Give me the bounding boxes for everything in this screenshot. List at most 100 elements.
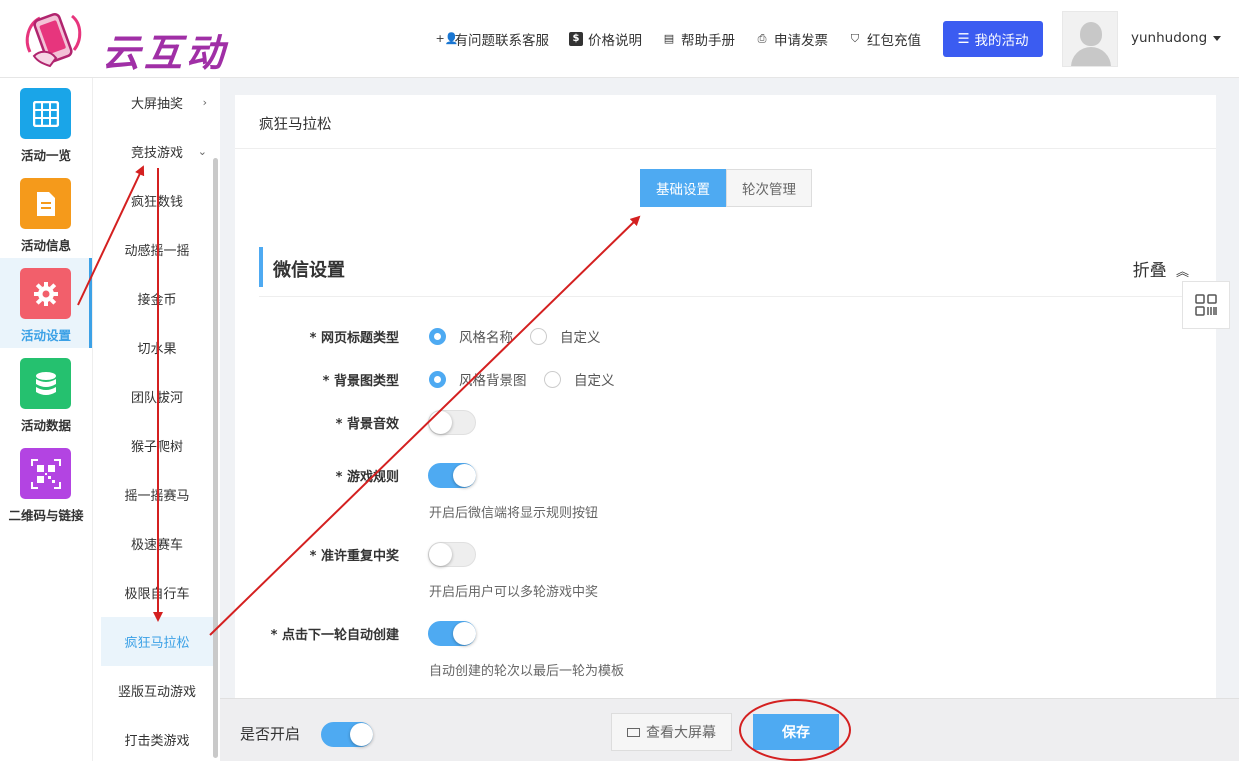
enable-label: 是否开启 bbox=[240, 725, 301, 743]
subnav-group-competitive-games[interactable]: 竞技游戏 ⌄ bbox=[101, 127, 213, 176]
monitor-icon bbox=[627, 727, 640, 737]
radio-label: 自定义 bbox=[560, 330, 601, 346]
game-rules-toggle[interactable] bbox=[428, 463, 476, 488]
subnav-item[interactable]: 打击类游戏 bbox=[101, 715, 213, 761]
radio-custom-bg[interactable]: 自定义 bbox=[544, 369, 615, 389]
brand-logo[interactable]: 云互动 bbox=[20, 10, 230, 75]
subnav-item[interactable]: 极速赛车 bbox=[101, 519, 213, 568]
radio-style-name[interactable]: 风格名称 bbox=[429, 326, 513, 346]
subnav-item[interactable]: 疯狂数钱 bbox=[101, 176, 213, 225]
nav-activity-data[interactable]: 活动数据 bbox=[0, 348, 92, 438]
group-label: 竞技游戏 bbox=[130, 146, 183, 161]
nav-activity-settings[interactable]: 活动设置 bbox=[0, 258, 92, 348]
radio-style-bg[interactable]: 风格背景图 bbox=[429, 369, 527, 389]
pricing-label: 价格说明 bbox=[588, 33, 642, 49]
my-activity-button[interactable]: ☰ 我的活动 bbox=[943, 21, 1043, 57]
subnav-item[interactable]: 团队拔河 bbox=[101, 372, 213, 421]
toggle-knob bbox=[453, 464, 476, 487]
field-label: * 网页标题类型 bbox=[309, 331, 399, 346]
nav-label: 活动设置 bbox=[20, 328, 71, 343]
toggle-knob bbox=[350, 723, 373, 746]
nav-activity-overview[interactable]: 活动一览 bbox=[0, 78, 92, 168]
shield-check-icon: ⛉ bbox=[850, 32, 860, 45]
field-label: * 准许重复中奖 bbox=[309, 549, 399, 564]
nav-label: 活动一览 bbox=[20, 148, 71, 163]
radio-custom[interactable]: 自定义 bbox=[530, 326, 601, 346]
subnav-scrollbar[interactable] bbox=[213, 158, 218, 758]
nav-activity-info[interactable]: 活动信息 bbox=[0, 168, 92, 258]
tab-basic-settings[interactable]: 基础设置 bbox=[640, 169, 726, 207]
nav-label: 活动信息 bbox=[20, 238, 71, 253]
fold-button[interactable]: 折叠 ︽ bbox=[1133, 256, 1189, 281]
qrcode-float-button[interactable] bbox=[1182, 281, 1230, 329]
top-nav: +👤 有问题联系客服 $ 价格说明 ▤ 帮助手册 ⎙ 申请发票 ⛉ 红包充值 ☰… bbox=[416, 21, 1043, 57]
main-card: 疯狂马拉松 基础设置 轮次管理 微信设置 折叠 ︽ * 网页标题类型 风格名称 … bbox=[235, 95, 1216, 705]
subnav-group-big-screen-lottery[interactable]: 大屏抽奖 › bbox=[101, 78, 213, 127]
printer-icon: ⎙ bbox=[757, 32, 767, 45]
radio-checked-icon bbox=[429, 327, 446, 345]
toggle-knob bbox=[429, 411, 452, 434]
field-hint: 开启后用户可以多轮游戏中奖 bbox=[429, 585, 599, 600]
document-icon bbox=[20, 178, 71, 229]
settings-tabs: 基础设置 轮次管理 bbox=[640, 169, 812, 207]
subnav-item[interactable]: 猴子爬树 bbox=[101, 421, 213, 470]
my-activity-label: 我的活动 bbox=[974, 33, 1029, 49]
group-label: 大屏抽奖 bbox=[130, 97, 183, 112]
top-bar: 云互动 +👤 有问题联系客服 $ 价格说明 ▤ 帮助手册 ⎙ 申请发票 ⛉ 红包… bbox=[0, 0, 1239, 78]
field-hint: 开启后微信端将显示规则按钮 bbox=[429, 506, 599, 521]
redpacket-label: 红包充值 bbox=[867, 33, 921, 49]
field-label: * 背景音效 bbox=[335, 417, 399, 432]
section-title: 微信设置 bbox=[273, 260, 345, 281]
gear-icon bbox=[20, 268, 71, 319]
subnav-item[interactable]: 极限自行车 bbox=[101, 568, 213, 617]
caret-down-icon bbox=[1213, 35, 1222, 41]
field-label: * 点击下一轮自动创建 bbox=[270, 628, 399, 643]
subnav-item[interactable]: 摇一摇赛马 bbox=[101, 470, 213, 519]
username-label: yunhudong bbox=[1131, 30, 1208, 46]
divider bbox=[235, 148, 1216, 149]
nav-label: 活动数据 bbox=[20, 418, 71, 433]
user-menu[interactable]: yunhudong bbox=[1131, 30, 1222, 46]
pricing-link[interactable]: $ 价格说明 bbox=[569, 29, 642, 49]
subnav-item[interactable]: 切水果 bbox=[101, 323, 213, 372]
repeat-win-toggle[interactable] bbox=[428, 542, 476, 567]
grid-icon bbox=[20, 88, 71, 139]
phone-hand-logo-icon bbox=[25, 13, 82, 68]
list-icon: ☰ bbox=[957, 31, 970, 47]
radio-checked-icon bbox=[429, 370, 446, 388]
divider bbox=[259, 296, 1189, 297]
add-user-icon: +👤 bbox=[435, 32, 459, 45]
invoice-label: 申请发票 bbox=[774, 33, 828, 49]
support-link[interactable]: +👤 有问题联系客服 bbox=[436, 29, 550, 49]
save-button[interactable]: 保存 bbox=[753, 714, 839, 750]
sub-nav: 大屏抽奖 › 竞技游戏 ⌄ 疯狂数钱 动感摇一摇 接金币 切水果 团队拔河 猴子… bbox=[92, 78, 220, 761]
subnav-item[interactable]: 动感摇一摇 bbox=[101, 225, 213, 274]
support-label: 有问题联系客服 bbox=[454, 33, 550, 49]
radio-unchecked-icon bbox=[544, 370, 561, 388]
nav-qrcode-link[interactable]: 二维码与链接 bbox=[0, 438, 92, 528]
page-title: 疯狂马拉松 bbox=[259, 117, 332, 133]
chevron-down-icon: ⌄ bbox=[197, 145, 207, 158]
manual-link[interactable]: ▤ 帮助手册 bbox=[662, 29, 735, 49]
nav-label: 二维码与链接 bbox=[8, 508, 84, 523]
enable-toggle[interactable] bbox=[321, 722, 373, 747]
subnav-item[interactable]: 竖版互动游戏 bbox=[101, 666, 213, 715]
qrcode-icon bbox=[1195, 294, 1217, 316]
subnav-item-active[interactable]: 疯狂马拉松 bbox=[101, 617, 213, 666]
tab-round-management[interactable]: 轮次管理 bbox=[726, 169, 812, 207]
brand-name: 云互动 bbox=[102, 31, 229, 75]
radio-label: 风格名称 bbox=[459, 330, 513, 346]
view-screen-label: 查看大屏幕 bbox=[646, 725, 716, 741]
auto-create-toggle[interactable] bbox=[428, 621, 476, 646]
subnav-item[interactable]: 接金币 bbox=[101, 274, 213, 323]
radio-label: 自定义 bbox=[574, 373, 615, 389]
bg-sound-toggle[interactable] bbox=[428, 410, 476, 435]
avatar[interactable] bbox=[1062, 11, 1118, 67]
chevron-right-icon: › bbox=[202, 96, 207, 109]
field-label: * 游戏规则 bbox=[335, 470, 399, 485]
field-label: * 背景图类型 bbox=[322, 374, 399, 389]
view-big-screen-button[interactable]: 查看大屏幕 bbox=[611, 713, 732, 751]
invoice-link[interactable]: ⎙ 申请发票 bbox=[755, 29, 828, 49]
database-icon bbox=[20, 358, 71, 409]
redpacket-link[interactable]: ⛉ 红包充值 bbox=[848, 29, 921, 49]
